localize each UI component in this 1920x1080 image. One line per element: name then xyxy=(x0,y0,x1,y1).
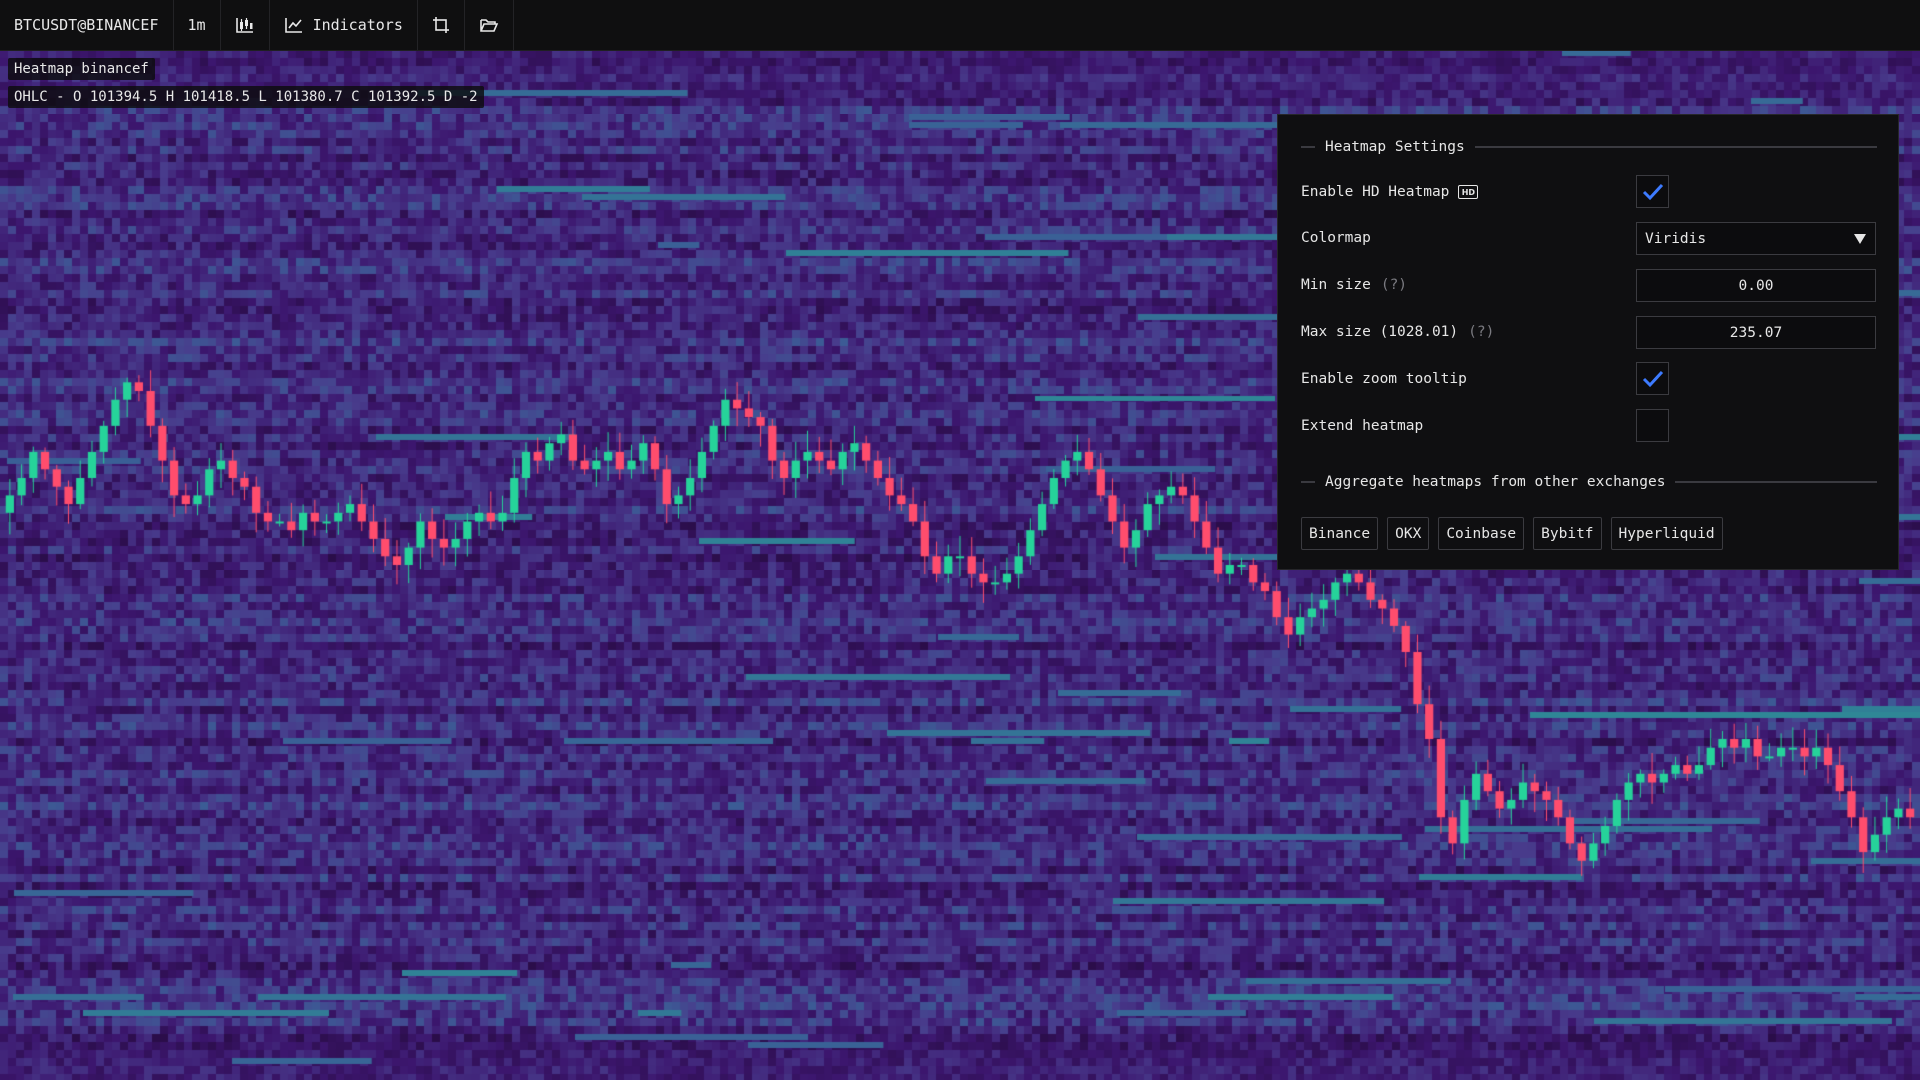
symbol-selector[interactable]: BTCUSDT@BINANCEF xyxy=(0,0,174,50)
colormap-value: Viridis xyxy=(1645,230,1707,247)
zoom-tooltip-label-row: Enable zoom tooltip xyxy=(1301,369,1467,389)
extend-heatmap-label-row: Extend heatmap xyxy=(1301,416,1423,436)
aggregate-section-header: Aggregate heatmaps from other exchanges xyxy=(1301,474,1877,490)
min-size-value: 0.00 xyxy=(1738,277,1774,294)
chart-type-button[interactable] xyxy=(221,0,270,50)
zoom-tooltip-label: Enable zoom tooltip xyxy=(1301,371,1467,387)
hd-heatmap-checkbox[interactable] xyxy=(1636,175,1669,208)
indicators-button[interactable]: Indicators xyxy=(270,0,418,50)
min-size-label-row: Min size (?) xyxy=(1301,275,1407,295)
min-size-input[interactable]: 0.00 xyxy=(1636,269,1876,302)
exchange-button-hyperliquid[interactable]: Hyperliquid xyxy=(1610,517,1723,550)
colormap-select[interactable]: Viridis xyxy=(1636,222,1876,255)
min-size-label: Min size xyxy=(1301,277,1371,293)
max-size-help-icon[interactable]: (?) xyxy=(1468,324,1494,340)
extend-heatmap-label: Extend heatmap xyxy=(1301,418,1424,434)
indicators-label: Indicators xyxy=(312,16,403,34)
hd-heatmap-label: Enable HD Heatmap xyxy=(1301,184,1450,200)
ohlc-readout: OHLC - O 101394.5 H 101418.5 L 101380.7 … xyxy=(8,86,484,108)
line-chart-icon xyxy=(284,16,304,34)
hd-heatmap-label-row: Enable HD Heatmap HD xyxy=(1301,182,1479,202)
candlestick-chart-icon xyxy=(235,16,255,34)
toolbar: BTCUSDT@BINANCEF 1m Indicators xyxy=(0,0,1920,51)
min-size-help-icon[interactable]: (?) xyxy=(1381,277,1407,293)
max-size-input[interactable]: 235.07 xyxy=(1636,316,1876,349)
heatmap-settings-panel: Heatmap Settings Enable HD Heatmap HD Co… xyxy=(1277,114,1899,570)
max-size-label-row: Max size (1028.01) (?) xyxy=(1301,322,1494,342)
max-size-label: Max size (1028.01) xyxy=(1301,324,1459,340)
exchange-button-binance[interactable]: Binance xyxy=(1301,517,1379,550)
timeframe-label: 1m xyxy=(187,16,206,34)
checkmark-icon xyxy=(1642,183,1663,200)
zoom-tooltip-checkbox[interactable] xyxy=(1636,362,1669,395)
hd-badge-icon: HD xyxy=(1458,185,1479,199)
timeframe-selector[interactable]: 1m xyxy=(174,0,221,50)
frame-icon xyxy=(432,16,450,34)
settings-title: Heatmap Settings xyxy=(1325,139,1465,155)
exchange-button-bybitf[interactable]: Bybitf xyxy=(1533,517,1602,550)
settings-section-header: Heatmap Settings xyxy=(1301,139,1877,155)
exchange-button-okx[interactable]: OKX xyxy=(1387,517,1430,550)
chart-legend-title: Heatmap binancef xyxy=(8,58,155,80)
drawing-tool-button[interactable] xyxy=(418,0,465,50)
folder-open-icon xyxy=(479,16,499,34)
extend-heatmap-checkbox[interactable] xyxy=(1636,409,1669,442)
exchange-buttons: Binance OKX Coinbase Bybitf Hyperliquid xyxy=(1301,517,1723,550)
colormap-label: Colormap xyxy=(1301,230,1371,246)
checkmark-icon xyxy=(1642,370,1663,387)
colormap-label-row: Colormap xyxy=(1301,228,1371,248)
aggregate-title: Aggregate heatmaps from other exchanges xyxy=(1325,474,1666,490)
dropdown-triangle-icon xyxy=(1854,233,1866,244)
symbol-label: BTCUSDT@BINANCEF xyxy=(14,16,159,34)
open-layout-button[interactable] xyxy=(465,0,514,50)
exchange-button-coinbase[interactable]: Coinbase xyxy=(1438,517,1525,550)
max-size-value: 235.07 xyxy=(1729,324,1783,341)
